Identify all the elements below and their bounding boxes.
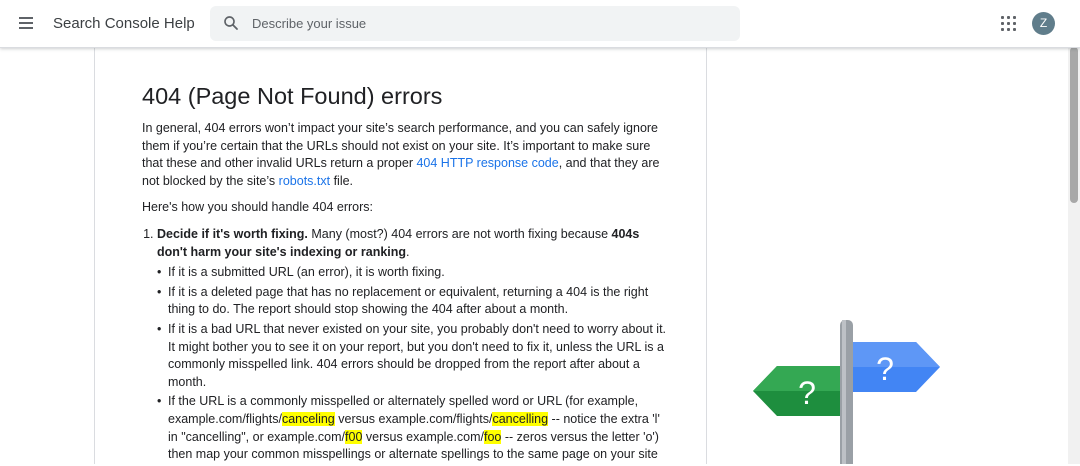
- scrollbar-thumb[interactable]: [1070, 47, 1078, 203]
- right-sign: ?: [853, 342, 940, 392]
- intro-paragraph: In general, 404 errors won’t impact your…: [142, 120, 672, 190]
- step-bullets: If it is a submitted URL (an error), it …: [157, 264, 672, 464]
- search-box[interactable]: Describe your issue: [210, 6, 740, 41]
- article: 404 (Page Not Found) errors In general, …: [142, 81, 672, 466]
- list-item: If the URL is a commonly misspelled or a…: [157, 393, 672, 463]
- highlight: cancelling: [492, 411, 549, 426]
- bullet-text: versus example.com/flights/: [334, 411, 493, 426]
- step-item: Decide if it's worth fixing. Many (most?…: [157, 226, 672, 464]
- avatar[interactable]: Z: [1032, 12, 1055, 35]
- product-title[interactable]: Search Console Help: [53, 15, 195, 32]
- highlight: foo: [483, 429, 502, 444]
- bullet-text: versus example.com/: [362, 429, 484, 444]
- search-icon[interactable]: [222, 14, 240, 32]
- search-input[interactable]: Describe your issue: [252, 16, 366, 31]
- step-heading: Decide if it's worth fixing.: [157, 226, 308, 241]
- highlight: canceling: [281, 411, 335, 426]
- step-text-end: .: [406, 244, 410, 259]
- left-sign-label: ?: [798, 375, 816, 411]
- robots-txt-link[interactable]: robots.txt: [279, 174, 330, 188]
- page-title: 404 (Page Not Found) errors: [142, 83, 443, 109]
- signpost-pole: [840, 320, 853, 464]
- right-sign-label: ?: [876, 351, 894, 387]
- intro-text-3: file.: [330, 173, 354, 188]
- http-response-code-link[interactable]: 404 HTTP response code: [416, 156, 558, 170]
- list-item: If it is a deleted page that has no repl…: [157, 284, 672, 319]
- apps-icon[interactable]: [1000, 15, 1016, 31]
- step-text: Many (most?) 404 errors are not worth fi…: [307, 226, 612, 241]
- signpost-illustration: ? ?: [753, 320, 940, 464]
- handle-intro: Here's how you should handle 404 errors:: [142, 200, 373, 215]
- top-bar: Search Console Help Describe your issue …: [0, 0, 1080, 48]
- list-item: If it is a bad URL that never existed on…: [157, 321, 672, 391]
- scrollbar[interactable]: [1068, 47, 1080, 464]
- menu-icon[interactable]: [14, 11, 38, 35]
- left-sign: ?: [753, 366, 840, 416]
- list-item: If it is a submitted URL (an error), it …: [157, 264, 672, 282]
- article-panel: 404 (Page Not Found) errors In general, …: [94, 47, 707, 464]
- highlight: f00: [345, 429, 363, 444]
- steps-list: Decide if it's worth fixing. Many (most?…: [142, 226, 672, 464]
